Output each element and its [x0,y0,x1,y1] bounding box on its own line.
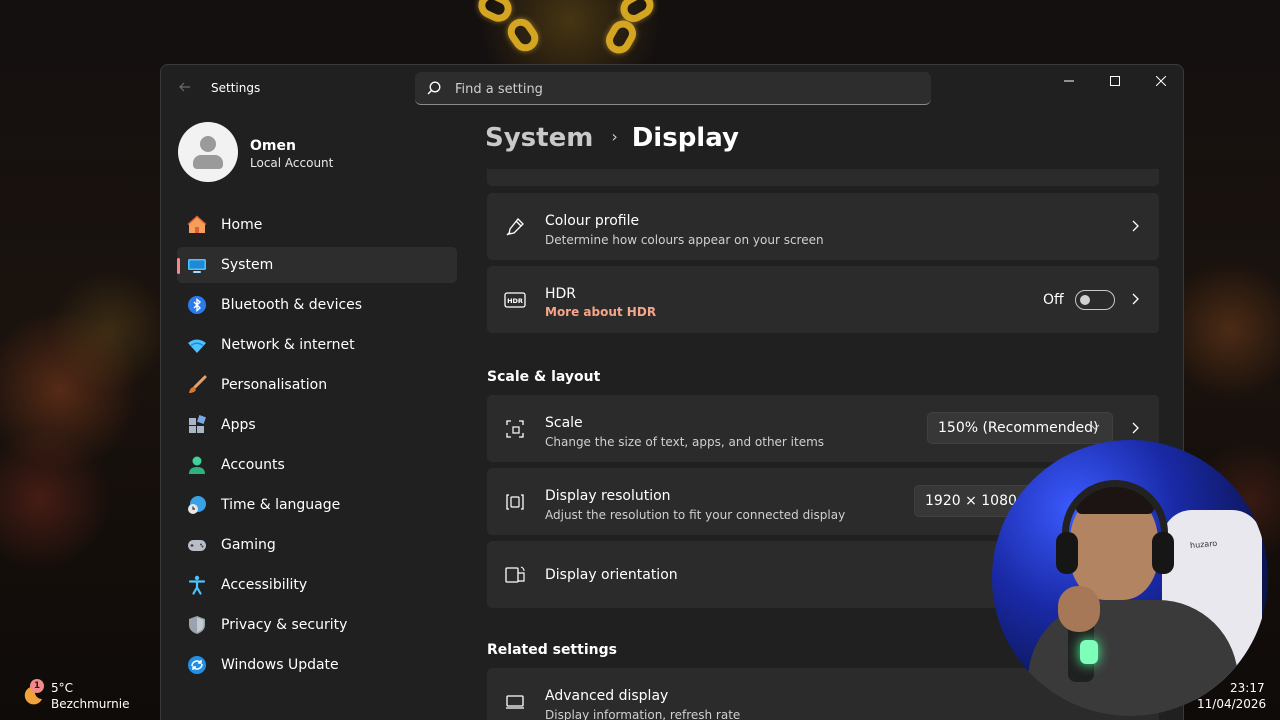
close-icon [1156,76,1166,86]
title-bar: Settings [161,65,1183,113]
hdr-toggle-label: Off [1043,292,1064,308]
home-icon [187,215,207,235]
sidebar-item-label: Network & internet [221,337,355,353]
minimize-icon [1064,80,1074,82]
sidebar-item-label: Accounts [221,457,285,473]
clock-time[interactable]: 23:17 [1230,681,1265,695]
apps-icon [187,415,207,435]
gamepad-icon [187,535,207,555]
breadcrumb-separator: › [611,127,618,146]
scale-desc: Change the size of text, apps, and other… [545,435,825,449]
sidebar-item-label: Home [221,217,263,233]
sidebar-item-time-language[interactable]: Time & language [177,487,457,523]
sidebar-item-label: Accessibility [221,577,308,593]
sidebar-item-privacy[interactable]: Privacy & security [177,607,457,643]
scale-icon [503,417,527,441]
section-scale-layout: Scale & layout [487,369,601,385]
weather-temperature[interactable]: 5°C [51,681,73,695]
accessibility-icon [187,575,207,595]
sidebar-item-network[interactable]: Network & internet [177,327,457,363]
clock-globe-icon [187,495,207,515]
chevron-down-icon [1090,424,1100,430]
colour-profile-desc: Determine how colours appear on your scr… [545,233,824,247]
chevron-right-icon [1132,293,1139,305]
arrow-left-icon [179,82,190,92]
scale-card[interactable]: Scale Change the size of text, apps, and… [487,395,1159,462]
chevron-right-icon [1132,220,1139,232]
sidebar-item-label: Apps [221,417,256,433]
sidebar-item-label: Bluetooth & devices [221,297,363,313]
sidebar-item-system[interactable]: System [177,247,457,283]
bluetooth-icon [187,295,207,315]
sidebar-item-label: Privacy & security [221,617,348,633]
sidebar-item-gaming[interactable]: Gaming [177,527,457,563]
pen-icon [503,215,527,239]
app-title: Settings [211,81,261,95]
sidebar-item-label: System [221,257,274,273]
avatar [178,122,238,182]
maximize-icon [1110,76,1120,86]
sidebar-nav: Home System Bluetooth & devices Network … [177,207,457,687]
person-hand [1058,586,1100,632]
sidebar-item-bluetooth[interactable]: Bluetooth & devices [177,287,457,323]
page-title: Display [631,123,739,153]
breadcrumb: System › Display [485,123,739,153]
shield-icon [187,615,207,635]
microphone-light [1080,640,1098,664]
back-button[interactable] [173,77,197,101]
taskbar [0,672,1280,720]
colour-profile-title: Colour profile [545,213,640,229]
display-resolution-desc: Adjust the resolution to fit your connec… [545,508,846,522]
scale-title: Scale [545,415,583,431]
display-orientation-title: Display orientation [545,567,678,583]
system-icon [187,255,207,275]
minimize-button[interactable] [1046,65,1092,97]
sidebar-item-label: Time & language [221,497,341,513]
svg-text:HDR: HDR [507,297,523,305]
brush-icon [187,375,207,395]
display-resolution-title: Display resolution [545,488,671,504]
colour-profile-card[interactable]: Colour profile Determine how colours app… [487,193,1159,260]
profile-name: Omen [250,138,296,154]
hdr-title: HDR [545,286,577,302]
sidebar-item-label: Gaming [221,537,276,553]
weather-condition[interactable]: Bezchmurnie [51,697,129,711]
headphone-earcup [1056,532,1078,574]
hdr-icon: HDR [503,288,527,312]
chevron-right-icon [1132,422,1139,434]
hdr-card[interactable]: HDR HDR More about HDR Off [487,266,1159,333]
maximize-button[interactable] [1092,65,1138,97]
wifi-icon [187,335,207,355]
search-icon [427,81,441,95]
resolution-icon [503,490,527,514]
hdr-toggle[interactable] [1075,290,1115,310]
headphone-earcup [1152,532,1174,574]
sidebar-item-accessibility[interactable]: Accessibility [177,567,457,603]
orientation-icon [503,563,527,587]
sidebar-item-label: Windows Update [221,657,339,673]
close-button[interactable] [1138,65,1183,97]
sidebar-item-label: Personalisation [221,377,328,393]
previous-setting-card[interactable] [487,169,1159,186]
search-input[interactable] [455,78,915,100]
weather-notification-badge: 1 [30,679,44,693]
scale-dropdown-value: 150% (Recommended) [938,420,1099,436]
search-box[interactable] [415,72,931,105]
scale-dropdown[interactable]: 150% (Recommended) [927,412,1113,444]
sidebar-item-personalisation[interactable]: Personalisation [177,367,457,403]
sidebar-item-apps[interactable]: Apps [177,407,457,443]
profile-account-type: Local Account [250,156,334,170]
person-icon [187,455,207,475]
clock-date[interactable]: 11/04/2026 [1197,697,1266,711]
breadcrumb-parent[interactable]: System [485,123,593,153]
section-related-settings: Related settings [487,642,617,658]
sidebar-item-accounts[interactable]: Accounts [177,447,457,483]
sidebar-item-home[interactable]: Home [177,207,457,243]
more-about-hdr-link[interactable]: More about HDR [545,305,656,319]
